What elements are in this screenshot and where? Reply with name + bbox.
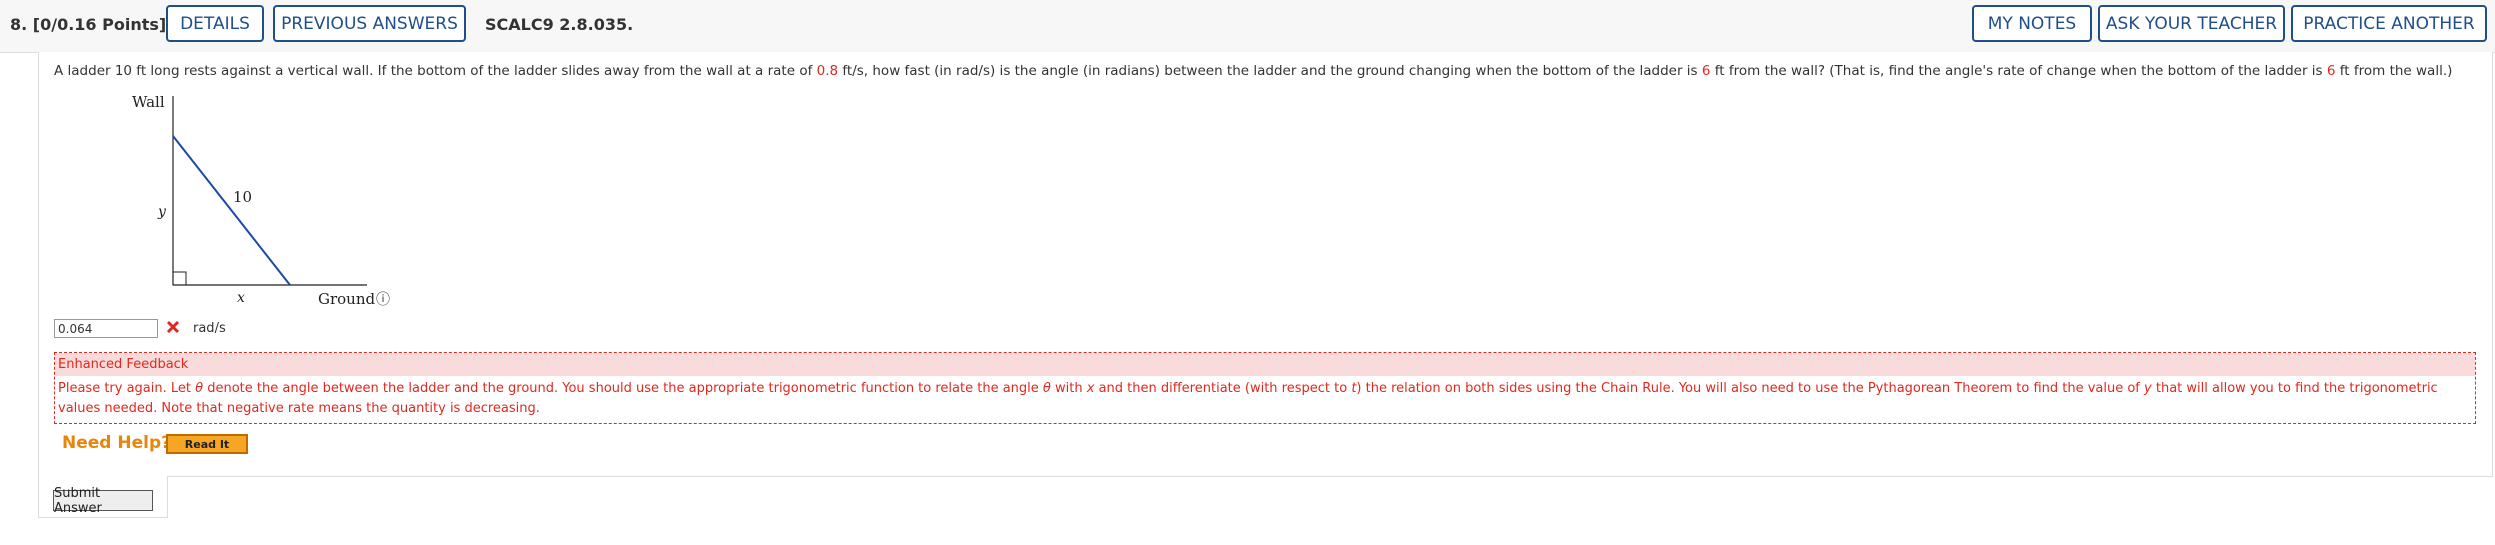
wall-label: Wall xyxy=(132,93,165,111)
rate-value: 0.8 xyxy=(816,63,839,79)
answer-input[interactable] xyxy=(54,319,158,338)
question-number: 8. xyxy=(10,15,28,34)
question-id: SCALC9 2.8.035. xyxy=(485,15,634,34)
enhanced-feedback-box: Enhanced Feedback Please try again. Let … xyxy=(54,352,2476,424)
need-help-label: Need Help? xyxy=(62,433,171,453)
right-angle-mark xyxy=(172,271,187,286)
answer-unit: rad/s xyxy=(193,321,226,336)
ask-your-teacher-button[interactable]: ASK YOUR TEACHER xyxy=(2098,5,2285,42)
y-label: y xyxy=(157,204,167,220)
info-icon[interactable]: ⓘ xyxy=(376,292,390,308)
submit-answer-button[interactable]: Submit Answer xyxy=(53,486,153,516)
details-button[interactable]: DETAILS xyxy=(166,5,264,42)
points-label: [0/0.16 Points] xyxy=(32,15,167,34)
previous-answers-button[interactable]: PREVIOUS ANSWERS xyxy=(273,5,466,42)
practice-another-button[interactable]: PRACTICE ANOTHER xyxy=(2291,5,2487,42)
feedback-text: Please try again. Let θ denote the angle… xyxy=(58,381,2438,416)
my-notes-button[interactable]: MY NOTES xyxy=(1972,5,2092,42)
question-header: 8. [0/0.16 Points] DETAILS PREVIOUS ANSW… xyxy=(0,0,2495,53)
ground-label: Ground xyxy=(318,290,376,308)
ladder-line xyxy=(172,135,291,286)
read-it-button[interactable]: Read It xyxy=(166,434,248,454)
question-points: 8. [0/0.16 Points] xyxy=(10,15,166,34)
question-text: A ladder 10 ft long rests against a vert… xyxy=(54,63,2453,79)
incorrect-x-icon xyxy=(166,320,180,334)
ladder-diagram: Wall 10 y x Ground ⓘ xyxy=(132,93,390,308)
x-label: x xyxy=(237,290,245,306)
ladder-length-label: 10 xyxy=(233,188,252,206)
feedback-title: Enhanced Feedback xyxy=(55,353,2475,376)
